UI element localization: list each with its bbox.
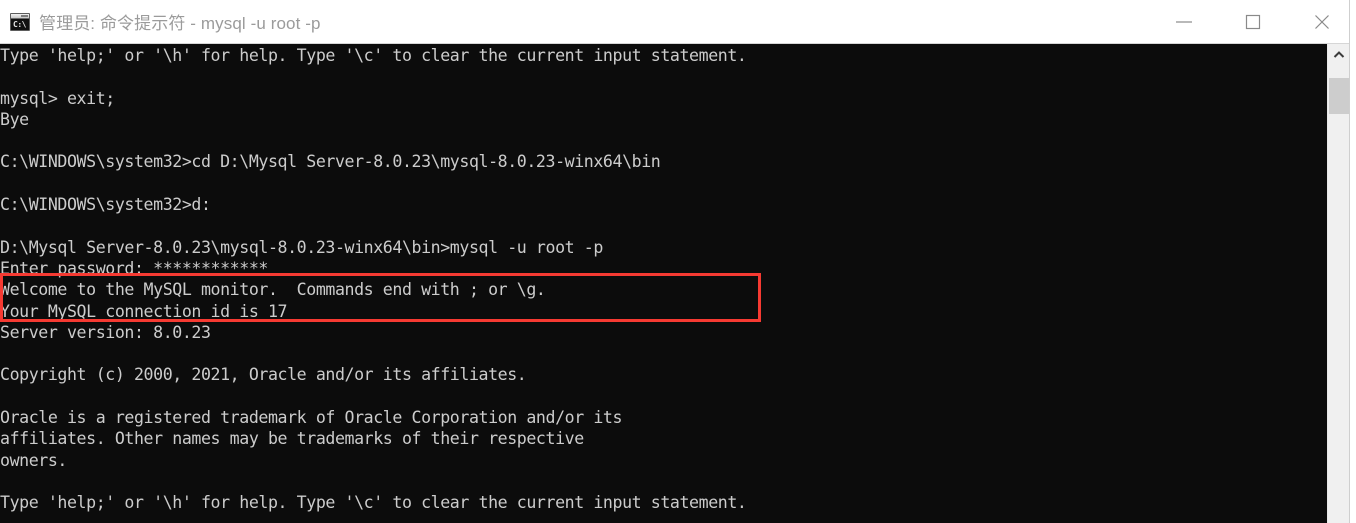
console-output-area[interactable]: Type 'help;' or '\h' for help. Type '\c'…: [0, 44, 1327, 523]
scrollbar-thumb[interactable]: [1329, 78, 1349, 114]
minimize-button[interactable]: [1149, 0, 1218, 43]
console-text: Type 'help;' or '\h' for help. Type '\c'…: [0, 46, 747, 513]
window-controls: [1149, 0, 1356, 43]
title-bar[interactable]: C:\ 管理员: 命令提示符 - mysql -u root -p: [0, 0, 1356, 44]
cmd-icon-prompt-glyph: C:\: [13, 19, 26, 29]
window-title: 管理员: 命令提示符 - mysql -u root -p: [39, 14, 321, 33]
scroll-up-button[interactable]: [1328, 44, 1349, 66]
vertical-scrollbar[interactable]: [1327, 44, 1349, 523]
chevron-up-icon: [1333, 51, 1344, 58]
cmd-console-icon: C:\: [10, 12, 30, 31]
window-right-border: [1349, 0, 1356, 523]
cmd-icon-titlebar-strip: [11, 13, 29, 19]
minimize-icon: [1175, 20, 1192, 23]
command-prompt-window: C:\ 管理员: 命令提示符 - mysql -u root -p Type '…: [0, 0, 1356, 523]
close-button[interactable]: [1287, 0, 1356, 43]
maximize-icon: [1245, 14, 1260, 29]
maximize-button[interactable]: [1218, 0, 1287, 43]
close-icon: [1314, 14, 1329, 29]
title-bar-left: C:\ 管理员: 命令提示符 - mysql -u root -p: [0, 9, 321, 34]
